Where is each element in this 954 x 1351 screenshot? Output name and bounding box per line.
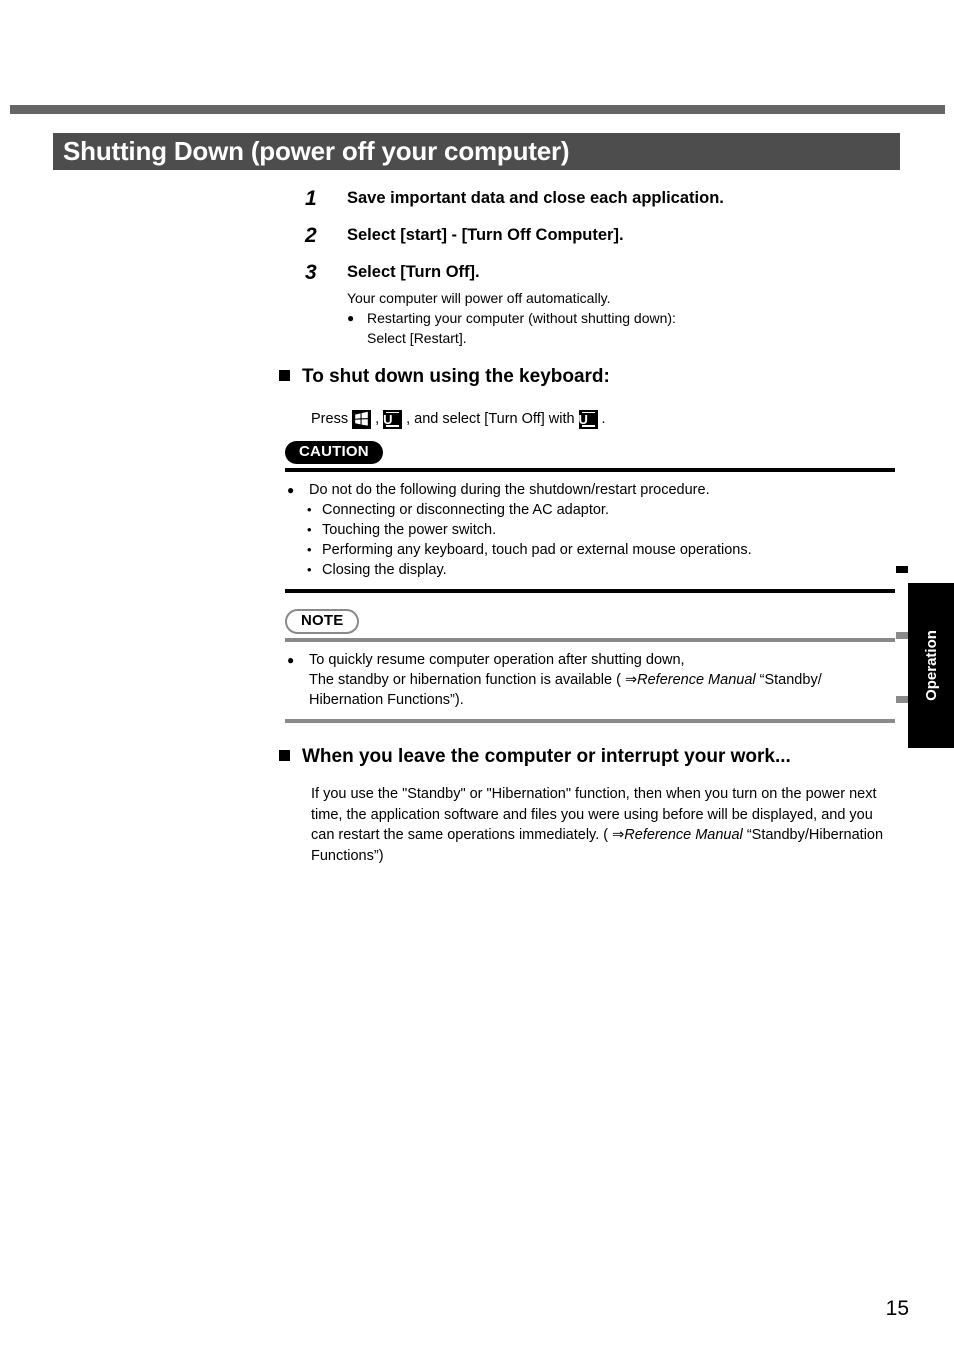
- step-bullet-text: Restarting your computer (without shutti…: [367, 310, 676, 326]
- note-line-3: Hibernation Functions”).: [309, 692, 464, 708]
- step-body: Select [Turn Off]. Your computer will po…: [347, 260, 905, 348]
- step-item: 2 Select [start] - [Turn Off Computer].: [305, 223, 905, 248]
- note-line-2-before: The standby or hibernation function is a…: [309, 672, 638, 688]
- leave-section-paragraph: If you use the "Standby" or "Hibernation…: [311, 784, 897, 866]
- bullet-dot-icon: ●: [347, 311, 355, 325]
- side-index-tab-operation[interactable]: Operation: [908, 583, 954, 748]
- step-number: 2: [305, 224, 317, 247]
- keyboard-section-heading: To shut down using the keyboard:: [279, 366, 610, 388]
- u-key-label: U: [383, 411, 393, 427]
- square-bullet-icon: [279, 370, 290, 381]
- bullet-dot-icon: ●: [287, 483, 295, 497]
- caution-badge: CAUTION: [285, 441, 383, 464]
- windows-key-icon: [352, 409, 372, 429]
- press-period: .: [601, 411, 606, 427]
- caution-sub-item-text: Connecting or disconnecting the AC adapt…: [322, 502, 609, 518]
- sub-bullet-dot-icon: •: [307, 542, 312, 557]
- step-body: Save important data and close each appli…: [347, 186, 905, 211]
- u-key-icon-first: U: [383, 409, 403, 429]
- u-key-icon-second: U: [578, 409, 598, 429]
- caution-sub-item: • Touching the power switch.: [307, 520, 895, 540]
- caution-sub-item: • Closing the display.: [307, 560, 895, 580]
- caution-sub-item: • Connecting or disconnecting the AC ada…: [307, 500, 895, 520]
- bullet-spacer: [347, 329, 367, 348]
- tab-marker-top: [896, 566, 908, 573]
- sub-bullet-dot-icon: •: [307, 562, 312, 577]
- note-reference-manual: Reference Manual: [637, 672, 756, 688]
- step-item: 3 Select [Turn Off]. Your computer will …: [305, 260, 905, 348]
- press-middle-text: , and select [Turn Off] with: [406, 411, 575, 427]
- caution-sub-list: • Connecting or disconnecting the AC ada…: [307, 500, 895, 580]
- note-line-2-after: “Standby/: [755, 672, 822, 688]
- leave-section-heading-text: When you leave the computer or interrupt…: [302, 746, 791, 767]
- page-title: Shutting Down (power off your computer): [63, 136, 570, 166]
- step-bullet-continuation: Select [Restart].: [347, 329, 905, 348]
- tab-marker-middle: [896, 632, 908, 639]
- note-bullet-text: To quickly resume computer operation aft…: [309, 650, 822, 710]
- comma-separator-1: ,: [375, 411, 380, 427]
- side-index-tab-label: Operation: [922, 630, 940, 701]
- keyboard-press-instruction: Press , U , and select [Turn Off] with U…: [311, 409, 606, 429]
- step-item: 1 Save important data and close each app…: [305, 186, 905, 211]
- note-bullet: ● To quickly resume computer operation a…: [285, 650, 895, 710]
- keyboard-section-heading-text: To shut down using the keyboard:: [302, 366, 610, 387]
- note-body: ● To quickly resume computer operation a…: [285, 642, 895, 710]
- step-bullet-text: Select [Restart].: [367, 330, 467, 346]
- u-key-label: U: [578, 411, 588, 427]
- caution-sub-item-text: Touching the power switch.: [322, 522, 497, 538]
- step-heading: Save important data and close each appli…: [347, 189, 724, 207]
- caution-callout: CAUTION ● Do not do the following during…: [285, 441, 895, 593]
- page-title-bar: Shutting Down (power off your computer): [53, 133, 900, 170]
- leave-section-heading: When you leave the computer or interrupt…: [279, 746, 791, 768]
- tab-marker-bottom: [896, 696, 908, 703]
- step-number: 1: [305, 187, 317, 210]
- step-body: Select [start] - [Turn Off Computer].: [347, 223, 905, 248]
- top-decorative-rule: [10, 105, 945, 114]
- bullet-dot-icon: ●: [287, 653, 295, 667]
- note-bottom-rule: [285, 719, 895, 723]
- note-callout: NOTE ● To quickly resume computer operat…: [285, 609, 895, 723]
- note-line-1: To quickly resume computer operation aft…: [309, 652, 685, 668]
- caution-sub-item-text: Performing any keyboard, touch pad or ex…: [322, 542, 752, 558]
- steps-list: 1 Save important data and close each app…: [305, 186, 905, 360]
- caution-bullet-text: Do not do the following during the shutd…: [309, 482, 710, 498]
- leave-reference-manual: Reference Manual: [624, 827, 743, 843]
- caution-sub-item-text: Closing the display.: [322, 562, 447, 578]
- press-label: Press: [311, 411, 349, 427]
- caution-sub-item: • Performing any keyboard, touch pad or …: [307, 540, 895, 560]
- caution-body: ● Do not do the following during the shu…: [285, 472, 895, 580]
- caution-bullet: ● Do not do the following during the shu…: [285, 480, 895, 500]
- step-bullet: ● Restarting your computer (without shut…: [347, 309, 905, 328]
- sub-bullet-dot-icon: •: [307, 522, 312, 537]
- step-subtext: Your computer will power off automatical…: [347, 290, 611, 306]
- step-number: 3: [305, 261, 317, 284]
- sub-bullet-dot-icon: •: [307, 502, 312, 517]
- note-badge: NOTE: [285, 609, 360, 634]
- page-number: 15: [885, 1297, 909, 1320]
- square-bullet-icon: [279, 750, 290, 761]
- step-heading: Select [start] - [Turn Off Computer].: [347, 226, 624, 244]
- caution-bottom-rule: [285, 589, 895, 593]
- step-heading: Select [Turn Off].: [347, 263, 480, 281]
